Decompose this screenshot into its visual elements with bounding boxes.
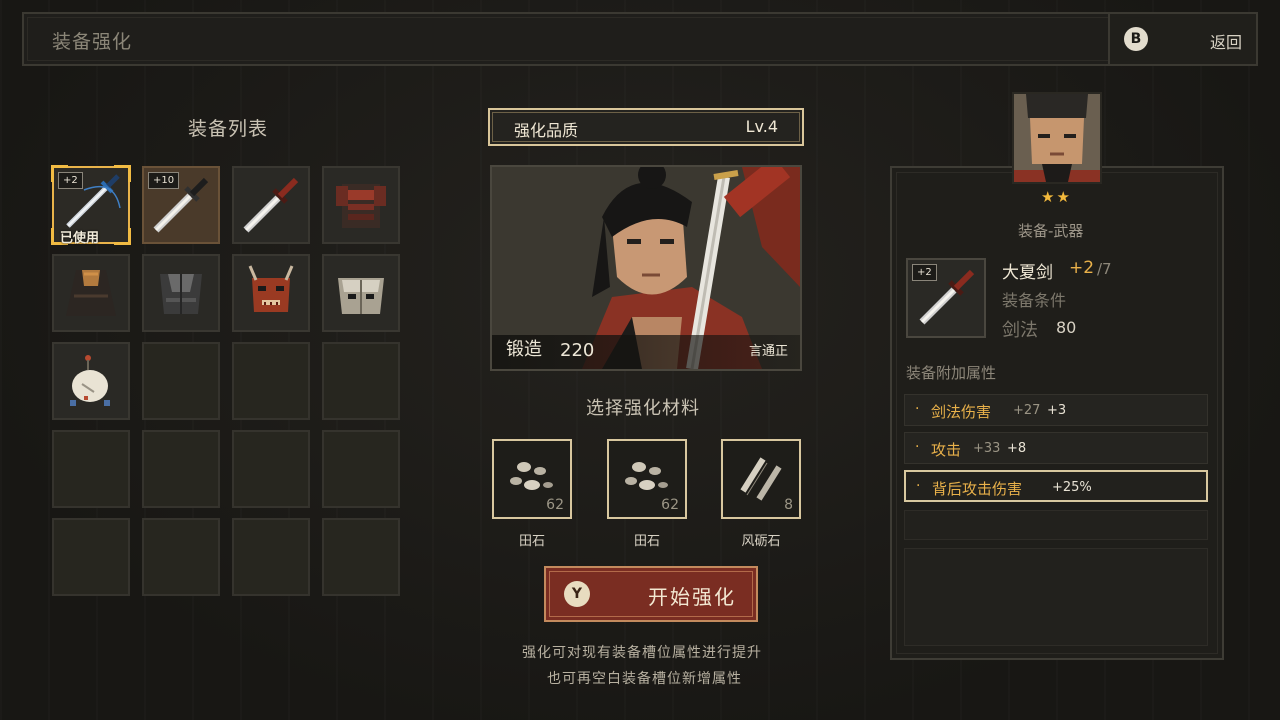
attribute-row[interactable]: · 剑法伤害 +27 +3	[904, 394, 1208, 426]
equipment-slot[interactable]	[322, 254, 400, 332]
iron-armor-icon	[160, 274, 202, 314]
quality-label: 强化品质	[514, 121, 579, 140]
equipment-slot[interactable]	[52, 342, 130, 420]
attribute-bonus: +3	[1047, 403, 1067, 418]
red-hilt-sword-icon	[243, 177, 299, 233]
blacksmith-name: 言通正	[748, 344, 788, 359]
level-badge: +2	[58, 172, 83, 189]
bullet-icon: ·	[915, 439, 920, 455]
item-max-level: /7	[1097, 260, 1112, 278]
empty-slot[interactable]	[142, 430, 220, 508]
start-enhance-button[interactable]: Y 开始强化	[544, 566, 758, 622]
materials-title: 选择强化材料	[586, 398, 700, 419]
attribute-bonus: +8	[1007, 441, 1027, 456]
empty-slot[interactable]	[232, 518, 310, 596]
selected-item-icon: +2	[906, 258, 986, 338]
empty-slot[interactable]	[322, 430, 400, 508]
material-count: 62	[546, 497, 564, 513]
attribute-name: 攻击	[931, 441, 962, 459]
empty-attribute-area	[904, 548, 1208, 646]
white-bird-charm-icon	[70, 355, 110, 406]
rarity-stars: ★★	[1041, 188, 1072, 206]
equipment-slot[interactable]	[142, 254, 220, 332]
bullet-icon: ·	[916, 478, 921, 494]
requirement-stat: 剑法	[1002, 320, 1038, 341]
equipment-slot[interactable]: +2 已使用	[51, 165, 131, 246]
equipment-slot[interactable]	[322, 166, 400, 244]
item-category: 装备-武器	[1018, 222, 1084, 240]
equipment-slot[interactable]	[232, 254, 310, 332]
forge-label: 锻造	[506, 339, 542, 360]
b-key-icon: B	[1124, 27, 1148, 51]
attribute-name: 背后攻击伤害	[932, 480, 1023, 498]
requirement-label: 装备条件	[1002, 291, 1067, 310]
attributes-title: 装备附加属性	[906, 364, 997, 382]
dark-robe-icon	[66, 270, 116, 316]
material-slot[interactable]: 62	[492, 439, 572, 519]
quality-header: 强化品质 Lv.4	[488, 108, 804, 146]
material-slot[interactable]: 62	[607, 439, 687, 519]
item-enhance-level: +2	[1069, 258, 1095, 278]
avatar	[1012, 92, 1102, 184]
empty-slot[interactable]	[142, 518, 220, 596]
level-badge: +2	[912, 264, 937, 281]
attribute-value: +33	[973, 441, 1001, 456]
equipment-slot[interactable]	[52, 254, 130, 332]
attribute-bonus: +25%	[1052, 480, 1092, 495]
red-armor-icon	[336, 184, 386, 228]
character-avatar-icon	[1014, 94, 1100, 182]
empty-slot[interactable]	[232, 342, 310, 420]
empty-slot[interactable]	[322, 518, 400, 596]
material-count: 62	[661, 497, 679, 513]
attribute-value: +27	[1013, 403, 1041, 418]
empty-slot[interactable]	[232, 430, 310, 508]
level-badge: +10	[148, 172, 180, 189]
attribute-row[interactable]: · 攻击 +33 +8	[904, 432, 1208, 464]
start-enhance-label: 开始强化	[648, 585, 736, 609]
equipment-list-title: 装备列表	[188, 118, 269, 140]
hint-line-1: 强化可对现有装备槽位属性进行提升	[522, 645, 762, 661]
empty-slot[interactable]	[322, 342, 400, 420]
equipment-slot[interactable]: +10	[142, 166, 220, 244]
header-bar: 装备强化 B 返回	[22, 12, 1258, 66]
item-name: 大夏剑	[1002, 263, 1053, 283]
material-name: 田石	[518, 534, 545, 549]
attribute-name: 剑法伤害	[931, 403, 992, 421]
empty-slot[interactable]	[52, 430, 130, 508]
in-use-label: 已使用	[60, 231, 100, 246]
page-title: 装备强化	[52, 31, 133, 53]
material-name: 田石	[633, 534, 660, 549]
hint-line-2: 也可再空白装备槽位新增属性	[547, 671, 742, 687]
back-label: 返回	[1209, 33, 1242, 52]
red-demon-mask-icon	[248, 265, 294, 312]
attribute-row-selected[interactable]: · 背后攻击伤害 +25%	[904, 470, 1208, 502]
empty-attribute-slot[interactable]	[904, 510, 1208, 540]
bullet-icon: ·	[915, 401, 920, 417]
forge-value: 220	[560, 340, 595, 361]
white-mask-icon	[338, 278, 384, 314]
empty-slot[interactable]	[142, 342, 220, 420]
material-slot[interactable]: 8	[721, 439, 801, 519]
equipment-slot[interactable]	[232, 166, 310, 244]
empty-slot[interactable]	[52, 518, 130, 596]
material-count: 8	[784, 497, 793, 513]
material-name: 风砺石	[741, 534, 781, 549]
y-key-icon: Y	[564, 581, 590, 607]
requirement-value: 80	[1056, 318, 1077, 337]
blacksmith-portrait: 锻造 220 言通正	[490, 165, 802, 371]
back-button[interactable]: B 返回	[1108, 14, 1256, 64]
quality-level: Lv.4	[745, 117, 778, 136]
